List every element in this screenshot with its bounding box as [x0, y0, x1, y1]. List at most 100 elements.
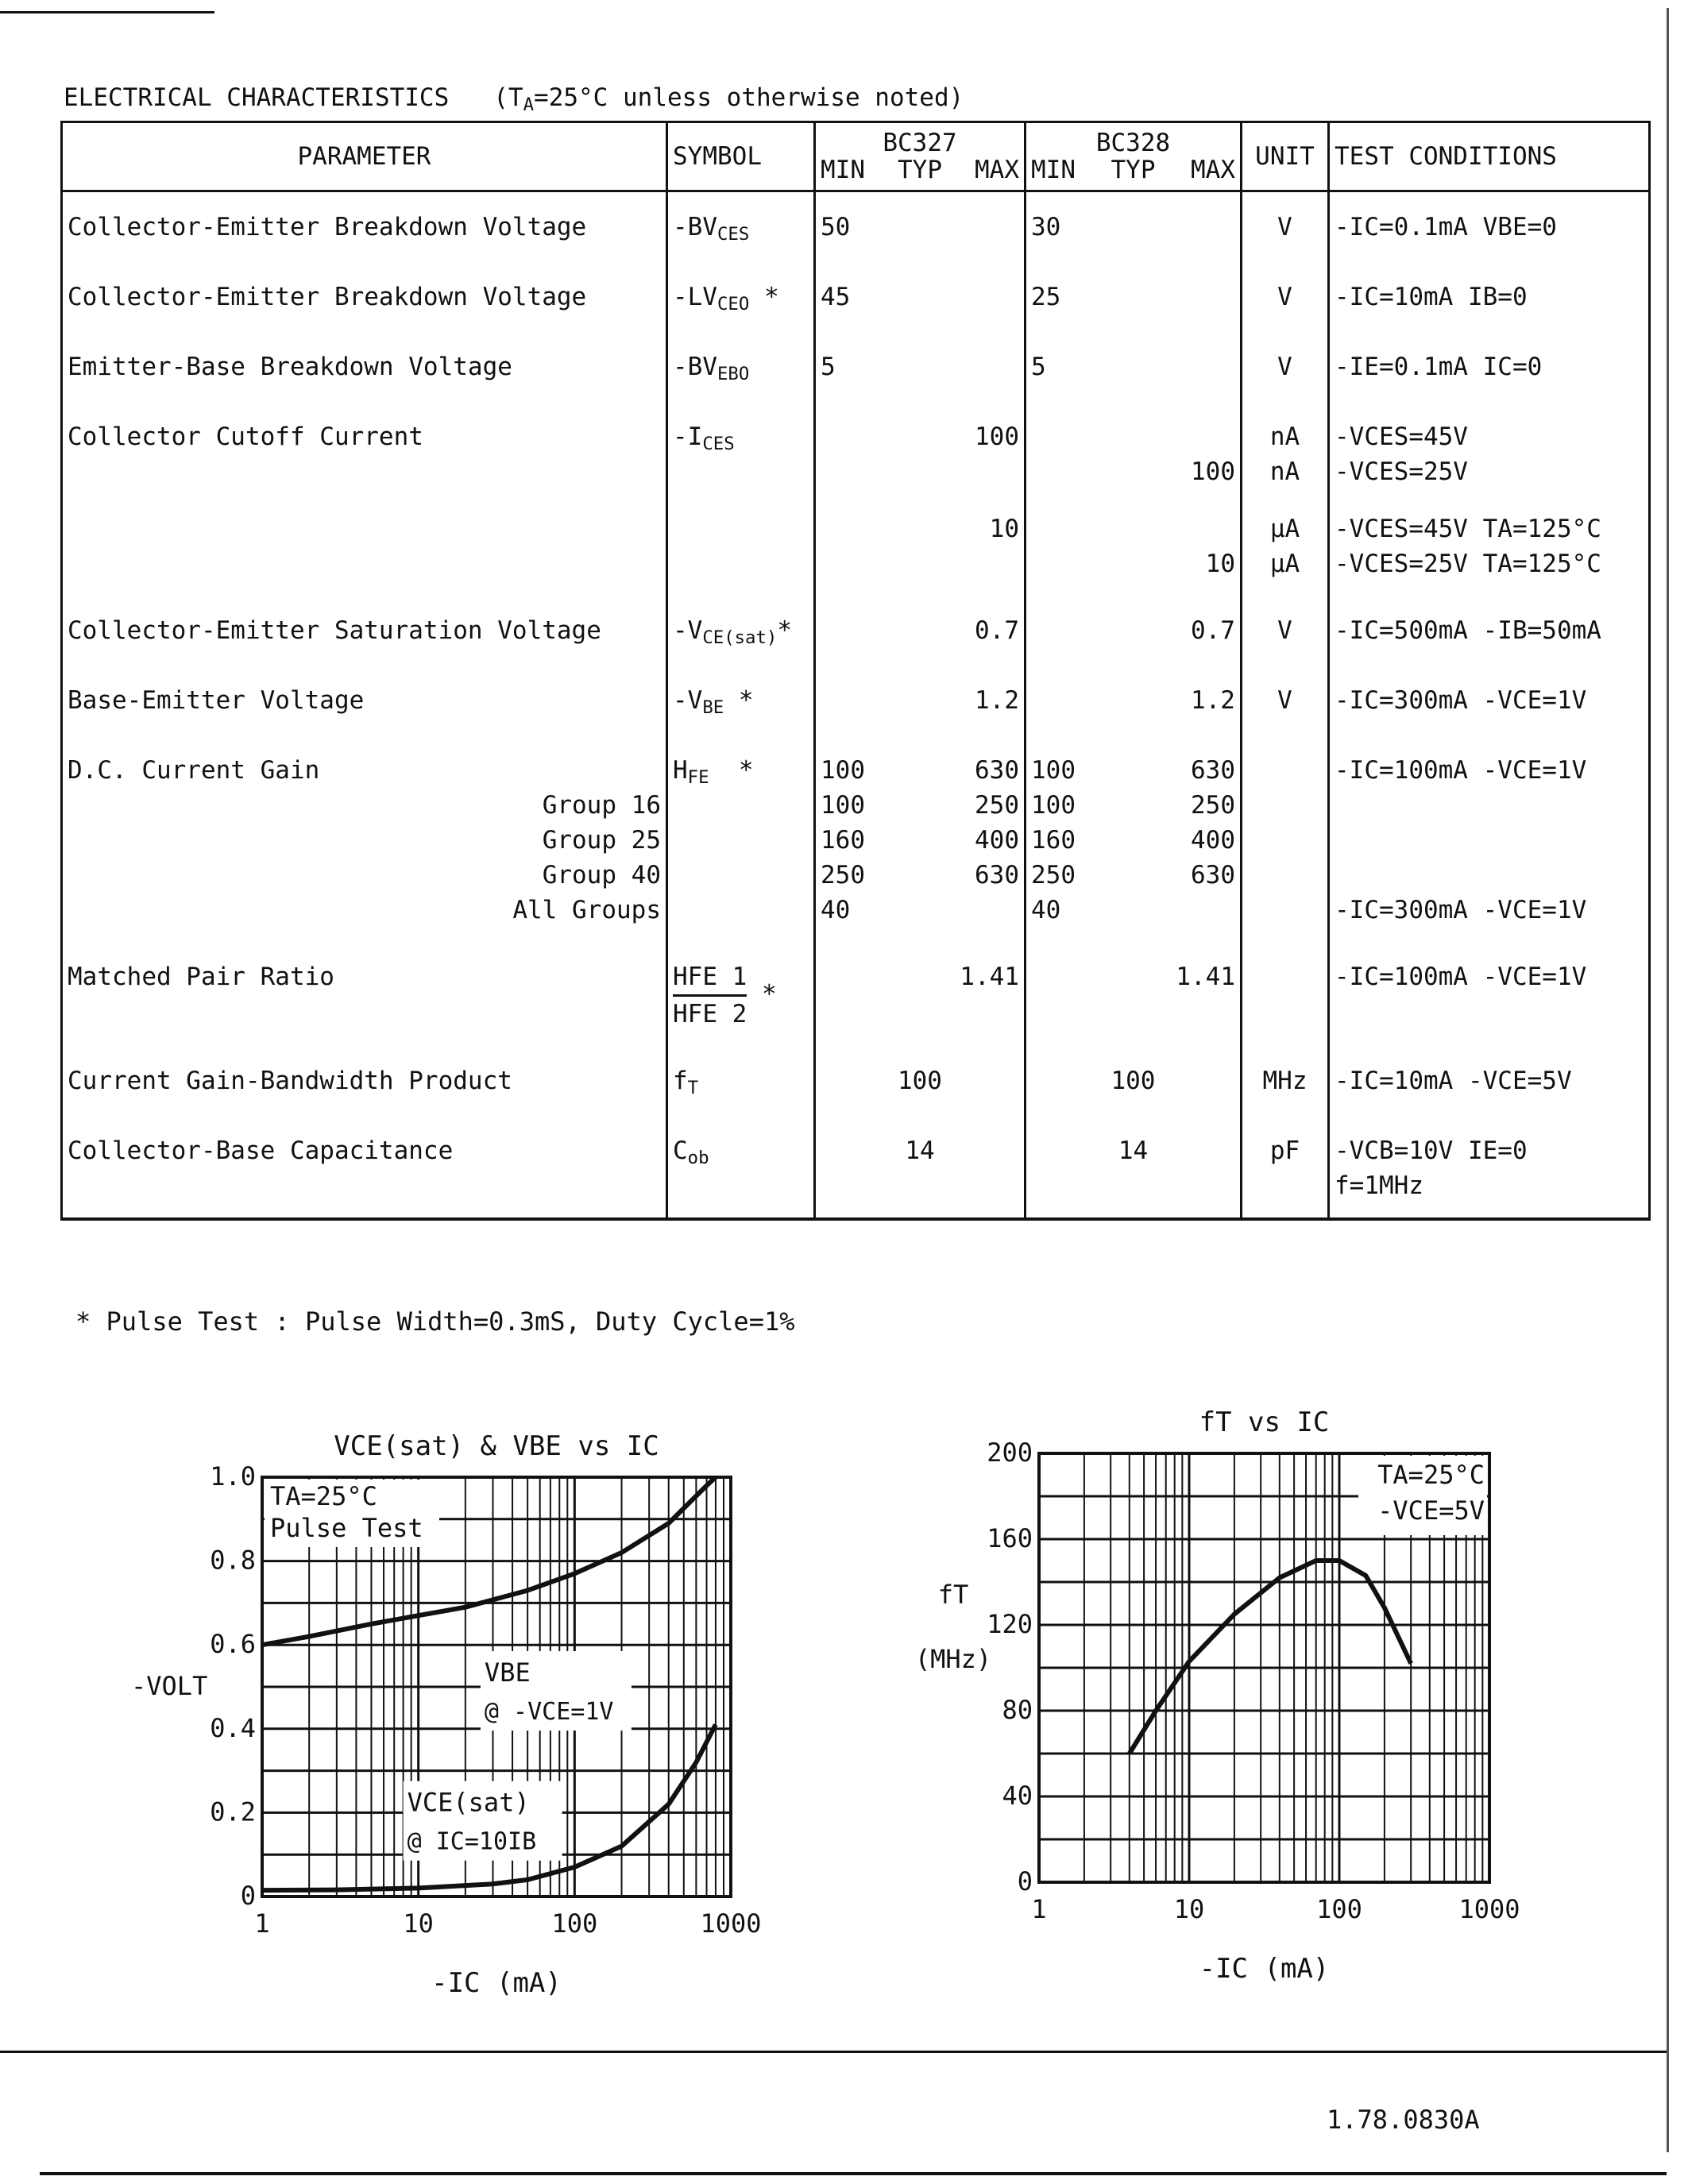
symbol-cell: -BVEBO	[666, 332, 816, 402]
max-value: 630	[1191, 860, 1235, 889]
test-condition	[1335, 823, 1644, 858]
hfe-ratio-symbol: HFE 1 HFE 2	[673, 959, 747, 1032]
test-condition: -VCES=45V TA=125°C	[1335, 514, 1601, 543]
max-value: 1.41	[960, 962, 1019, 991]
test-condition: -VCB=10V IE=0	[1335, 1136, 1528, 1165]
col-header-parameter: PARAMETER	[60, 120, 668, 193]
x-tick-label: 10	[403, 1908, 434, 1939]
test-condition: -IC=10mA IB=0	[1335, 283, 1528, 312]
x-tick-label: 1000	[1458, 1894, 1520, 1924]
y-axis-label: -VOLT	[131, 1671, 207, 1701]
pulse-test-footnote: * Pulse Test : Pulse Width=0.3mS, Duty C…	[75, 1306, 795, 1337]
title-text: ELECTRICAL CHARACTERISTICS	[64, 83, 450, 112]
parameter-name: Collector-Emitter Saturation Voltage	[68, 615, 601, 645]
section-title: ELECTRICAL CHARACTERISTICS (TA=25°C unle…	[64, 83, 964, 115]
y-tick-label: 0	[1018, 1866, 1033, 1897]
test-condition: -IC=500mA -IB=50mA	[1335, 615, 1601, 645]
annotation-text: TA=25°C	[270, 1481, 377, 1511]
max-value: 630	[975, 755, 1019, 785]
min-value	[821, 613, 886, 648]
max-value	[953, 1063, 1019, 1098]
min-value: 25	[1031, 283, 1061, 312]
min-value	[821, 1133, 886, 1168]
y-axis-label-unit: (MHz)	[915, 1644, 991, 1674]
electrical-characteristics-table: PARAMETER SYMBOL BC327 MIN TYP MAX BC328 M…	[60, 120, 1651, 1221]
parameter-name: Collector-Emitter Breakdown Voltage	[68, 213, 587, 242]
max-value	[1167, 1133, 1235, 1168]
typ-value	[886, 683, 952, 718]
unit-value: nA	[1269, 422, 1300, 451]
bc327-min-typ-max: MIN TYP MAX	[821, 156, 1019, 185]
typ-value	[1099, 280, 1168, 314]
table-row: Collector-Emitter Breakdown Voltage -BVCE…	[60, 191, 1651, 263]
max-value: 0.7	[1190, 615, 1235, 645]
y-tick-label: 40	[1002, 1781, 1033, 1811]
x-axis-label: -IC (mA)	[1199, 1953, 1330, 1985]
unit-value: V	[1240, 665, 1330, 735]
unit-value: V	[1240, 262, 1330, 332]
test-condition: -IE=0.1mA IC=0	[1335, 353, 1543, 381]
parameter-name: Current Gain-Bandwidth Product	[68, 1066, 512, 1095]
typ-value	[886, 613, 952, 648]
min-value	[1031, 959, 1099, 994]
table-row: Collector Cutoff Current -ICES 100 10 100…	[60, 401, 1651, 596]
bottom-divider	[0, 2051, 1667, 2053]
typ-value	[1099, 683, 1168, 718]
max-value	[1031, 511, 1235, 546]
x-tick-label: 1	[254, 1908, 269, 1939]
max-value	[1167, 349, 1235, 384]
symbol-cell: -ICES	[666, 401, 816, 596]
min-value: 100	[1031, 790, 1076, 820]
annotation-text: Pulse Test	[270, 1513, 423, 1543]
max-value	[1167, 280, 1235, 314]
min-value: 40	[821, 895, 851, 924]
unit-value: V	[1240, 191, 1330, 263]
table-row: Emitter-Base Breakdown Voltage -BVEBO 55 …	[60, 332, 1651, 402]
table-row: Collector-Emitter Breakdown Voltage -LVCE…	[60, 262, 1651, 332]
test-condition: -IC=300mA -VCE=1V	[1335, 895, 1587, 924]
series-label-vcesat-condition: @ IC=10IB	[408, 1828, 537, 1856]
symbol-cell: Cob	[666, 1115, 816, 1221]
max-value: 100	[1191, 457, 1235, 486]
max-value	[953, 280, 1019, 314]
min-value: 100	[821, 790, 865, 820]
unit-value: V	[1240, 595, 1330, 666]
max-value: 100	[975, 422, 1019, 451]
x-tick-label: 1000	[700, 1908, 761, 1939]
test-condition: -VCES=25V	[1335, 457, 1468, 486]
parameter-name: D.C. Current Gain	[68, 755, 320, 785]
max-value	[1167, 1063, 1235, 1098]
max-value	[1167, 210, 1235, 245]
x-tick-label: 100	[551, 1908, 597, 1939]
min-value	[821, 683, 886, 718]
parameter-name: Collector Cutoff Current	[68, 422, 423, 451]
parameter-name: Collector-Base Capacitance	[68, 1136, 454, 1165]
col-header-bc328: BC328 MIN TYP MAX	[1024, 120, 1242, 193]
min-value	[821, 959, 886, 994]
test-condition: -IC=100mA -VCE=1V	[1335, 962, 1587, 991]
x-tick-label: 1	[1031, 1894, 1046, 1924]
x-tick-label: 10	[1174, 1894, 1205, 1924]
parameter-name: Collector-Emitter Breakdown Voltage	[68, 283, 587, 312]
vce-vbe-vs-ic-chart: 1 10 100 1000 0 0.2 0.4 0.6 0.8 1.0 VCE(sat) & VBE…	[131, 1430, 762, 1999]
typ-value	[1099, 210, 1168, 245]
document-id: 1.78.0830A	[1327, 2105, 1480, 2135]
test-condition	[1335, 788, 1644, 823]
group-label: All Groups	[512, 895, 661, 924]
series-label-vcesat: VCE(sat)	[408, 1788, 530, 1818]
typ-value	[886, 349, 952, 384]
top-edge-mark	[0, 11, 214, 14]
series-line-ft	[1127, 1558, 1413, 1755]
max-value: 1.2	[1190, 685, 1235, 715]
unit-value	[1240, 941, 1330, 1046]
typ-value	[1099, 959, 1168, 994]
min-value: 5	[1031, 353, 1046, 381]
min-value: 160	[821, 825, 865, 855]
y-tick-label: 0.2	[210, 1796, 256, 1827]
max-value	[953, 349, 1019, 384]
table-header-row: PARAMETER SYMBOL BC327 MIN TYP MAX BC328 M…	[60, 120, 1651, 193]
typ-value: 100	[897, 1066, 942, 1095]
typ-value: 14	[1118, 1136, 1149, 1165]
typ-value: 14	[905, 1136, 935, 1165]
max-value: 400	[1191, 825, 1235, 855]
